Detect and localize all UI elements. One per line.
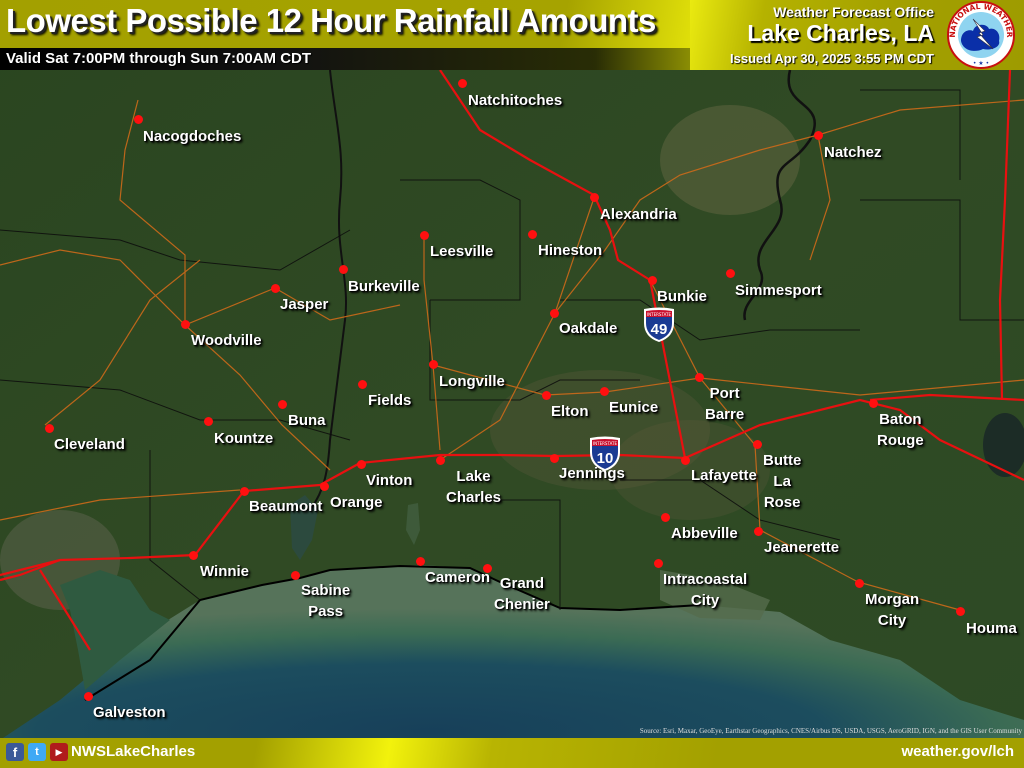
city-label: Woodville bbox=[191, 332, 262, 349]
city-label: Winnie bbox=[200, 563, 250, 580]
city-marker[interactable] bbox=[753, 526, 763, 536]
city-marker[interactable] bbox=[694, 372, 704, 382]
valid-time-text: Valid Sat 7:00PM through Sun 7:00AM CDT bbox=[6, 50, 312, 67]
city-label: Galveston bbox=[93, 704, 166, 721]
issued-time: Issued Apr 30, 2025 3:55 PM CDT bbox=[730, 51, 934, 66]
city-marker[interactable] bbox=[277, 399, 287, 409]
city-marker[interactable] bbox=[83, 691, 93, 701]
city-label: Grand Chenier bbox=[494, 575, 550, 613]
nws-logo-icon[interactable]: • ★ • NATIONAL WEATHER bbox=[943, 1, 1019, 69]
city-marker[interactable] bbox=[482, 563, 492, 573]
city-label: Butte La Rose bbox=[763, 452, 802, 511]
city-label: Orange bbox=[330, 494, 383, 511]
social-handle[interactable]: NWSLakeCharles bbox=[71, 743, 195, 760]
city-marker[interactable] bbox=[647, 275, 657, 285]
map-title: Lowest Possible 12 Hour Rainfall Amounts bbox=[6, 2, 656, 39]
city-marker[interactable] bbox=[188, 550, 198, 560]
city-marker[interactable] bbox=[549, 453, 559, 463]
city-label: Fields bbox=[368, 392, 412, 409]
city-label: Leesville bbox=[430, 243, 494, 260]
city-marker[interactable] bbox=[357, 379, 367, 389]
city-marker[interactable] bbox=[752, 439, 762, 449]
city-marker[interactable] bbox=[589, 192, 599, 202]
svg-text:• ★ •: • ★ • bbox=[973, 60, 989, 67]
city-marker[interactable] bbox=[725, 268, 735, 278]
interstate-49-shield-icon: INTERSTATE 49 bbox=[644, 307, 674, 342]
city-label: Sabine Pass bbox=[301, 582, 351, 620]
city-label: Lake Charles bbox=[446, 468, 502, 506]
city-label: Eunice bbox=[609, 399, 659, 416]
city-marker[interactable] bbox=[854, 578, 864, 588]
website-link[interactable]: weather.gov/lch bbox=[901, 743, 1014, 760]
city-marker[interactable] bbox=[338, 264, 348, 274]
map-attribution: Source: Esri, Maxar, GeoEye, Earthstar G… bbox=[639, 727, 1022, 735]
city-marker[interactable] bbox=[133, 114, 143, 124]
city-marker[interactable] bbox=[419, 230, 429, 240]
svg-text:10: 10 bbox=[597, 450, 614, 467]
city-marker[interactable] bbox=[415, 556, 425, 566]
city-label: Natchez bbox=[824, 144, 882, 161]
city-label: Jeanerette bbox=[764, 539, 840, 556]
city-marker[interactable] bbox=[457, 78, 467, 88]
city-label: Lafayette bbox=[691, 467, 757, 484]
city-label: Abbeville bbox=[671, 525, 738, 542]
city-label: Beaumont bbox=[249, 498, 323, 515]
city-marker[interactable] bbox=[653, 558, 663, 568]
city-marker[interactable] bbox=[203, 416, 213, 426]
city-label: Elton bbox=[551, 403, 589, 420]
city-label: Houma bbox=[966, 620, 1017, 637]
city-label: Morgan City bbox=[865, 591, 920, 629]
city-label: Oakdale bbox=[559, 320, 618, 337]
facebook-icon[interactable]: f bbox=[6, 743, 24, 761]
city-marker[interactable] bbox=[955, 606, 965, 616]
city-label: Baton Rouge bbox=[877, 411, 924, 449]
city-label: Nacogdoches bbox=[143, 128, 242, 145]
city-marker[interactable] bbox=[868, 398, 878, 408]
city-label: Vinton bbox=[366, 472, 413, 489]
youtube-icon[interactable]: ▶ bbox=[50, 743, 68, 761]
city-marker[interactable] bbox=[435, 455, 445, 465]
city-label: Intracoastal City bbox=[663, 571, 748, 609]
city-marker[interactable] bbox=[527, 229, 537, 239]
city-label: Alexandria bbox=[600, 206, 677, 223]
interstate-10-shield-icon: INTERSTATE 10 bbox=[590, 436, 620, 471]
svg-text:INTERSTATE: INTERSTATE bbox=[593, 441, 617, 446]
satellite-basemap bbox=[0, 0, 1024, 768]
svg-text:INTERSTATE: INTERSTATE bbox=[647, 312, 671, 317]
svg-text:49: 49 bbox=[651, 321, 668, 338]
city-label: Natchitoches bbox=[468, 92, 563, 109]
city-marker[interactable] bbox=[356, 459, 366, 469]
city-label: Simmesport bbox=[735, 282, 822, 299]
city-marker[interactable] bbox=[290, 570, 300, 580]
city-label: Cameron bbox=[425, 569, 491, 586]
city-label: Cleveland bbox=[54, 436, 125, 453]
city-marker[interactable] bbox=[270, 283, 280, 293]
city-marker[interactable] bbox=[599, 386, 609, 396]
city-label: Jasper bbox=[280, 296, 329, 313]
city-marker[interactable] bbox=[660, 512, 670, 522]
city-label: Bunkie bbox=[657, 288, 708, 305]
city-marker[interactable] bbox=[549, 308, 559, 318]
twitter-icon[interactable]: t bbox=[28, 743, 46, 761]
city-marker[interactable] bbox=[319, 481, 329, 491]
city-label: Burkeville bbox=[348, 278, 420, 295]
office-label: Weather Forecast Office bbox=[773, 4, 934, 20]
city-label: Hineston bbox=[538, 242, 603, 259]
city-marker[interactable] bbox=[813, 130, 823, 140]
city-marker[interactable] bbox=[239, 486, 249, 496]
city-marker[interactable] bbox=[680, 455, 690, 465]
city-label: Port Barre bbox=[705, 385, 745, 423]
city-marker[interactable] bbox=[44, 423, 54, 433]
city-marker[interactable] bbox=[541, 390, 551, 400]
city-marker[interactable] bbox=[428, 359, 438, 369]
city-label: Buna bbox=[288, 412, 326, 429]
office-name: Lake Charles, LA bbox=[747, 20, 934, 46]
city-marker[interactable] bbox=[180, 319, 190, 329]
city-label: Kountze bbox=[214, 430, 274, 447]
city-label: Longville bbox=[439, 373, 505, 390]
